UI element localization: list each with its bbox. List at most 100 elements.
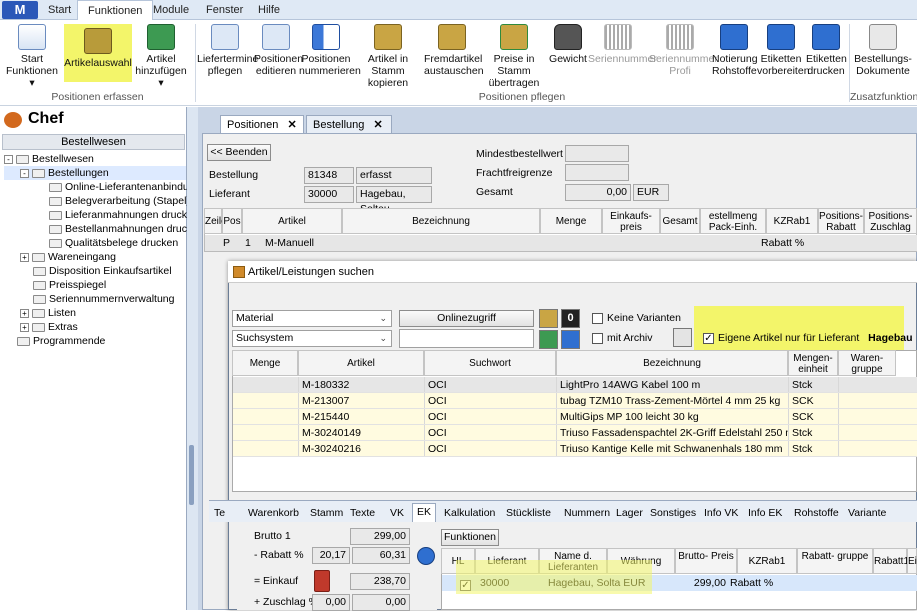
eigene-artikel-checkbox[interactable]: ✓ Eigene Artikel nur für Lieferant Hageba…	[703, 330, 913, 346]
tree-item[interactable]: Seriennummernverwaltung	[4, 292, 186, 306]
positionen-nummerieren-button[interactable]: Positionen nummerieren	[299, 24, 361, 86]
tab-vk[interactable]: VK	[386, 505, 408, 521]
column-header[interactable]: Ei	[907, 548, 917, 574]
table-row[interactable]: M-213007 OCI tubag TZM10 Trass-Zement-Mört…	[233, 393, 917, 409]
material-dropdown[interactable]: Material ⌄	[232, 310, 392, 327]
tree-item[interactable]: Belegverarbeitung (Stapel)	[4, 194, 190, 208]
column-header[interactable]: Positions- Rabatt	[818, 208, 864, 234]
tab-info-ek[interactable]: Info EK	[744, 505, 786, 521]
mit-archiv-checkbox[interactable]: mit Archiv	[592, 330, 653, 346]
liefertermine-button[interactable]: Liefertermine pflegen	[197, 24, 258, 86]
fremdartikel-austauschen-button[interactable]: Fremdartikel austauschen	[424, 24, 484, 86]
expand-icon[interactable]: +	[20, 252, 29, 262]
app-menu-button[interactable]: M	[2, 1, 38, 19]
tree-item[interactable]: Programmende	[4, 334, 186, 348]
menge-cell[interactable]	[233, 441, 299, 456]
close-icon[interactable]: ✕	[373, 119, 382, 131]
column-header[interactable]: KZRab1	[737, 548, 797, 574]
tab-texte[interactable]: Texte	[346, 505, 379, 521]
tab-ek[interactable]: EK	[412, 503, 437, 522]
tab-stückliste[interactable]: Stückliste	[502, 505, 555, 521]
search-icon[interactable]	[539, 309, 558, 328]
expand-icon[interactable]: +	[20, 322, 29, 332]
bestellungs-dokumente-button[interactable]: Bestellungs- Dokumente	[851, 24, 915, 86]
tab-stamm[interactable]: Stamm	[306, 505, 347, 521]
column-header[interactable]: Mengen- einheit	[788, 350, 838, 376]
column-header[interactable]: Menge	[540, 208, 602, 234]
calculator-icon[interactable]	[417, 547, 435, 565]
column-header[interactable]: HL	[441, 548, 475, 574]
tab-bestellung[interactable]: Bestellung ✕	[306, 115, 392, 133]
column-header[interactable]: Lieferant	[475, 548, 539, 574]
menu-module[interactable]: Module	[143, 0, 199, 20]
table-row[interactable]: M-30240149 OCI Triuso Fassadenspachtel 2K-…	[233, 425, 917, 441]
column-header[interactable]: Artikel	[242, 208, 342, 234]
notierung-rohstoffe-button[interactable]: Notierung Rohstoffe	[712, 24, 758, 86]
tab-warenkorb[interactable]: Warenkorb	[244, 505, 303, 521]
tree-item[interactable]: Online-Lieferantenanbindung	[4, 180, 200, 194]
tab-variante[interactable]: Variante	[844, 505, 890, 521]
artikelauswahl-button[interactable]: Artikelauswahl	[64, 24, 132, 82]
tree-item[interactable]: + Extras	[4, 320, 186, 334]
tree-item[interactable]: + Listen	[4, 306, 186, 320]
tree-item[interactable]: Lieferanmahnungen drucken	[4, 208, 199, 222]
funktionen-button[interactable]: Funktionen	[441, 529, 499, 546]
tree-item[interactable]: + Wareneingang	[4, 250, 186, 264]
expand-icon[interactable]: +	[20, 308, 29, 318]
tree-item[interactable]: - Bestellwesen	[4, 152, 186, 166]
refresh-icon[interactable]	[539, 330, 558, 349]
column-header[interactable]: Einkaufs- preis	[602, 208, 660, 234]
zuschlag-percent-field[interactable]: 0,00	[312, 594, 350, 611]
column-header[interactable]: Positions- Zuschlag	[864, 208, 917, 234]
suchsystem-dropdown[interactable]: Suchsystem ⌄	[232, 330, 392, 347]
column-header[interactable]: Bezeichnung	[556, 350, 788, 376]
column-header[interactable]: Rabatt1	[873, 548, 909, 574]
onlinezugriff-button[interactable]: Onlinezugriff	[399, 310, 534, 327]
beenden-button[interactable]: << Beenden	[207, 144, 271, 161]
column-header[interactable]: Suchwort	[424, 350, 556, 376]
tab-te[interactable]: Te	[210, 505, 229, 521]
menu-fenster[interactable]: Fenster	[196, 0, 253, 20]
zero-icon[interactable]: 0	[561, 309, 580, 328]
tab-nummern[interactable]: Nummern	[560, 505, 614, 521]
start-funktionen-button[interactable]: Start Funktionen ▾	[3, 24, 61, 89]
tab-kalkulation[interactable]: Kalkulation	[440, 505, 499, 521]
tab-lager[interactable]: Lager	[612, 505, 647, 521]
splitter-handle[interactable]	[189, 445, 194, 505]
collapse-icon[interactable]: -	[4, 154, 13, 164]
menge-cell[interactable]	[233, 377, 299, 392]
gewicht-button[interactable]: Gewicht	[549, 24, 587, 86]
column-header[interactable]: Rabatt- gruppe	[797, 548, 873, 574]
artikel-hinzufuegen-button[interactable]: Artikel hinzufügen ▾	[133, 24, 189, 89]
tree-item[interactable]: Disposition Einkaufsartikel	[4, 264, 186, 278]
menge-cell[interactable]	[233, 409, 299, 424]
menge-cell[interactable]	[233, 393, 299, 408]
column-header[interactable]: Waren- gruppe	[838, 350, 896, 376]
menu-hilfe[interactable]: Hilfe	[248, 0, 290, 20]
menu-start[interactable]: Start	[38, 0, 81, 20]
rabatt-percent-field[interactable]: 20,17	[312, 547, 350, 564]
keine-varianten-checkbox[interactable]: Keine Varianten	[592, 310, 681, 326]
column-header[interactable]: KZRab1	[766, 208, 818, 234]
column-header[interactable]: Gesamt	[660, 208, 700, 234]
tree-item[interactable]: Bestellanmahnungen drucken	[4, 222, 204, 236]
menu-funktionen[interactable]: Funktionen	[77, 0, 154, 21]
tab-rohstoffe[interactable]: Rohstoffe	[790, 505, 843, 521]
column-header[interactable]: Brutto- Preis	[675, 548, 737, 574]
table-row[interactable]: M-215440 OCI MultiGips MP 100 leicht 30 kg…	[233, 409, 917, 425]
table-row[interactable]: M-30240216 OCI Triuso Kantige Kelle mit Sc…	[233, 441, 917, 457]
sort-icon[interactable]	[561, 330, 580, 349]
column-header[interactable]: Name d. Lieferanten	[539, 548, 607, 574]
checkbox-checked-icon[interactable]: ✓	[460, 579, 471, 591]
section-header[interactable]: Bestellwesen	[2, 134, 185, 150]
lieferant-number-field[interactable]: 30000	[304, 186, 354, 203]
etiketten-vorbereiten-button[interactable]: Etiketten vorbereiten	[757, 24, 810, 86]
column-header[interactable]: Währung	[607, 548, 675, 574]
tab-info-vk[interactable]: Info VK	[700, 505, 742, 521]
tree-item[interactable]: Qualitätsbelege drucken	[4, 236, 186, 250]
tree-item[interactable]: Preisspiegel	[4, 278, 186, 292]
tab-sonstiges[interactable]: Sonstiges	[646, 505, 700, 521]
column-header[interactable]: Bezeichnung	[342, 208, 540, 234]
table-row[interactable]: M-180332 OCI LightPro 14AWG Kabel 100 m Stc…	[233, 377, 917, 393]
column-header[interactable]: Artikel	[298, 350, 424, 376]
